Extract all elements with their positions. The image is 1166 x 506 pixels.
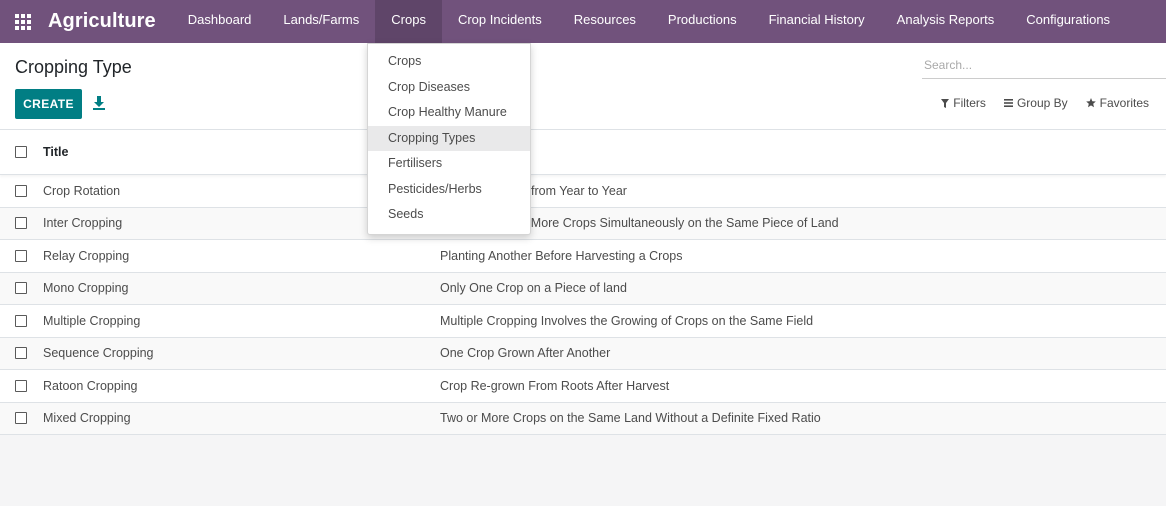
select-all-checkbox[interactable]: [15, 146, 27, 158]
row-title: Crop Rotation: [43, 183, 121, 198]
row-title: Sequence Cropping: [43, 346, 154, 361]
table-row[interactable]: Inter Cropping Growing Two or More Crops…: [0, 207, 1166, 240]
crops-dropdown-menu: Crops Crop Diseases Crop Healthy Manure …: [367, 43, 531, 235]
table-row[interactable]: Relay Cropping Planting Another Before H…: [0, 240, 1166, 273]
row-title: Ratoon Cropping: [43, 378, 138, 393]
row-title: Mono Cropping: [43, 281, 129, 296]
row-checkbox[interactable]: [15, 314, 27, 327]
row-title: Inter Cropping: [43, 216, 123, 231]
table-row[interactable]: Multiple Cropping Multiple Cropping Invo…: [0, 305, 1166, 338]
row-description: Only One Crop on a Piece of land: [440, 281, 627, 296]
menu-item-crops[interactable]: Crops: [375, 0, 442, 43]
grid-icon: [15, 13, 31, 30]
row-checkbox[interactable]: [15, 412, 27, 425]
row-title: Relay Cropping: [43, 248, 130, 263]
row-description: Planting Another Before Harvesting a Cro…: [440, 248, 683, 263]
dropdown-item-crops[interactable]: Crops: [368, 49, 530, 75]
row-title: Mixed Cropping: [43, 411, 131, 426]
filters-toggle[interactable]: Filters: [941, 96, 986, 110]
menu-item-lands-farms[interactable]: Lands/Farms: [267, 0, 375, 43]
table-row[interactable]: Crop Rotation Crops Changed from Year to…: [0, 175, 1166, 208]
dropdown-item-cropping-types[interactable]: Cropping Types: [368, 125, 530, 151]
row-checkbox[interactable]: [15, 217, 27, 230]
row-checkbox[interactable]: [15, 282, 27, 295]
row-checkbox[interactable]: [15, 379, 27, 392]
row-checkbox[interactable]: [15, 347, 27, 360]
top-navbar: Agriculture Dashboard Lands/Farms Crops …: [0, 0, 1166, 43]
menu-item-dashboard[interactable]: Dashboard: [172, 0, 268, 43]
table-row[interactable]: Ratoon Cropping Crop Re-grown From Roots…: [0, 370, 1166, 403]
table-row[interactable]: Mono Cropping Only One Crop on a Piece o…: [0, 272, 1166, 305]
star-icon: [1085, 98, 1096, 108]
apps-menu-button[interactable]: [0, 0, 46, 43]
row-description: One Crop Grown After Another: [440, 346, 611, 361]
row-checkbox[interactable]: [15, 249, 27, 262]
row-checkbox[interactable]: [15, 184, 27, 197]
filters-label: Filters: [953, 96, 986, 110]
table-header: Title: [0, 130, 1166, 175]
search-input[interactable]: [922, 52, 1166, 78]
favorites-label: Favorites: [1099, 96, 1149, 110]
row-title: Multiple Cropping: [43, 313, 141, 328]
search-options: Filters Group By Favorites: [941, 96, 1149, 110]
search-box: [922, 52, 1166, 79]
favorites-toggle[interactable]: Favorites: [1085, 96, 1149, 110]
dropdown-item-seeds[interactable]: Seeds: [368, 202, 530, 228]
dropdown-item-fertilisers[interactable]: Fertilisers: [368, 151, 530, 177]
menu-item-financial-history[interactable]: Financial History: [753, 0, 881, 43]
control-panel: Cropping Type CREATE Filters Group By Fa…: [0, 43, 1166, 130]
table-row[interactable]: Mixed Cropping Two or More Crops on the …: [0, 402, 1166, 435]
table-row[interactable]: Sequence Cropping One Crop Grown After A…: [0, 337, 1166, 370]
main-menu: Dashboard Lands/Farms Crops Crop Inciden…: [172, 0, 1126, 43]
group-by-label: Group By: [1016, 96, 1068, 110]
download-icon[interactable]: [92, 95, 106, 111]
filter-icon: [941, 98, 950, 108]
menu-item-resources[interactable]: Resources: [558, 0, 652, 43]
menu-item-analysis-reports[interactable]: Analysis Reports: [881, 0, 1011, 43]
create-button[interactable]: CREATE: [15, 89, 82, 119]
dropdown-item-crop-healthy-manure[interactable]: Crop Healthy Manure: [368, 100, 530, 126]
menu-item-productions[interactable]: Productions: [652, 0, 753, 43]
dropdown-item-pesticides-herbs[interactable]: Pesticides/Herbs: [368, 177, 530, 203]
menu-item-configurations[interactable]: Configurations: [1010, 0, 1126, 43]
column-header-title[interactable]: Title: [43, 145, 68, 159]
bars-icon: [1003, 99, 1013, 107]
row-description: Crop Re-grown From Roots After Harvest: [440, 378, 670, 393]
group-by-toggle[interactable]: Group By: [1003, 96, 1068, 110]
page-title: Cropping Type: [15, 57, 132, 77]
dropdown-item-crop-diseases[interactable]: Crop Diseases: [368, 75, 530, 101]
app-brand[interactable]: Agriculture: [48, 10, 156, 33]
row-description: Two or More Crops on the Same Land Witho…: [440, 411, 821, 426]
list-view: Title Crop Rotation Crops Changed from Y…: [0, 130, 1166, 435]
row-description: Multiple Cropping Involves the Growing o…: [440, 313, 814, 328]
menu-item-crop-incidents[interactable]: Crop Incidents: [442, 0, 558, 43]
